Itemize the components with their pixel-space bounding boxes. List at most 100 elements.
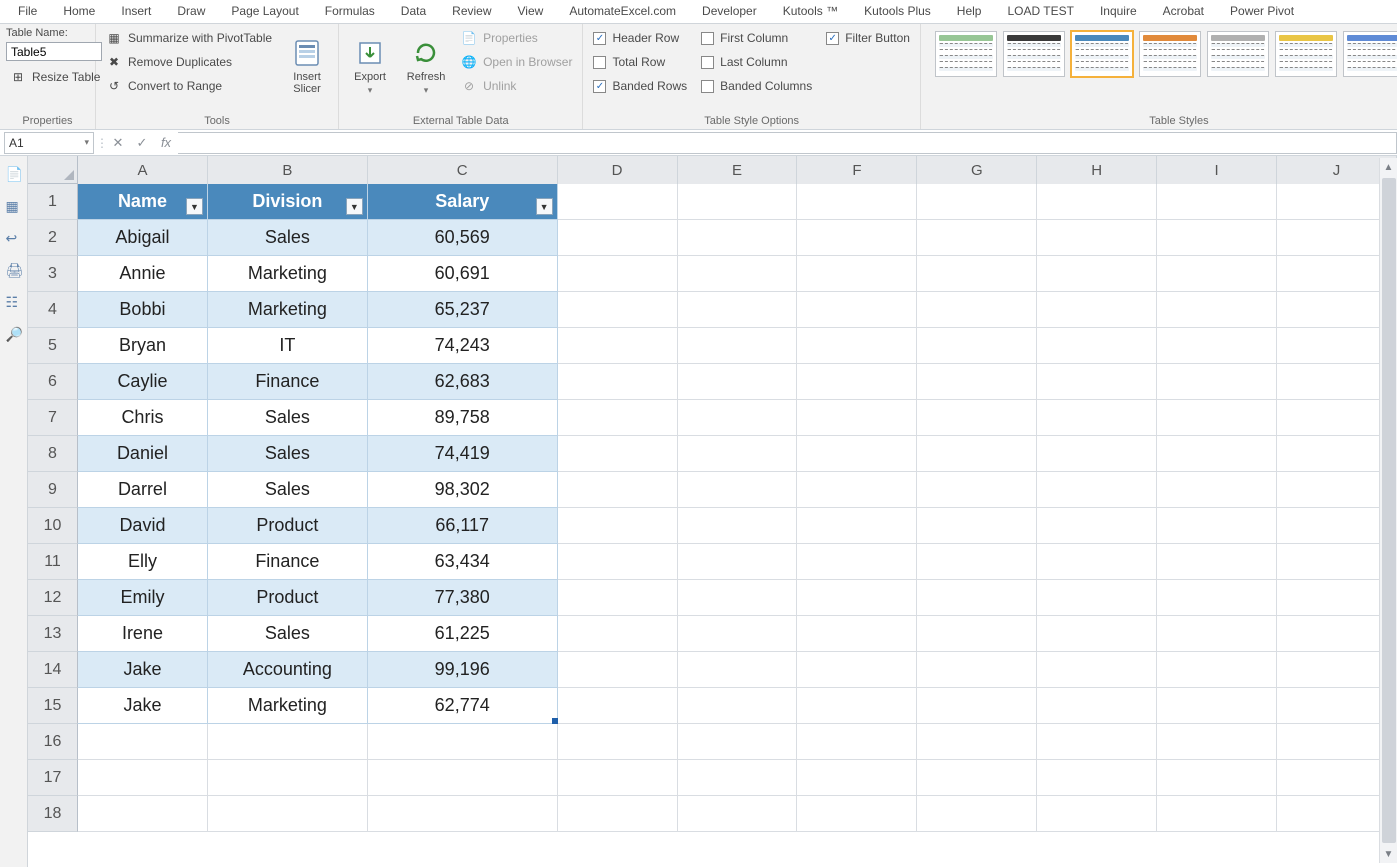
- row-header-16[interactable]: 16: [28, 724, 78, 760]
- cell-C13[interactable]: 61,225: [368, 616, 558, 652]
- cell-B3[interactable]: Marketing: [208, 256, 368, 292]
- column-header-E[interactable]: E: [678, 156, 798, 184]
- row-header-3[interactable]: 3: [28, 256, 78, 292]
- refresh-button[interactable]: Refresh ▾: [401, 27, 451, 105]
- table-style-swatch-5[interactable]: [1275, 31, 1337, 77]
- scroll-down-arrow[interactable]: ▼: [1380, 845, 1397, 863]
- row-header-17[interactable]: 17: [28, 760, 78, 796]
- cell-B6[interactable]: Finance: [208, 364, 368, 400]
- cell-G15[interactable]: [917, 688, 1037, 724]
- cell-E13[interactable]: [678, 616, 798, 652]
- cell-D2[interactable]: [558, 220, 678, 256]
- cell-E4[interactable]: [678, 292, 798, 328]
- cell-D3[interactable]: [558, 256, 678, 292]
- cell-G5[interactable]: [917, 328, 1037, 364]
- option-banded-cols[interactable]: Banded Columns: [697, 75, 816, 97]
- cell-G6[interactable]: [917, 364, 1037, 400]
- cell-C15[interactable]: 62,774: [368, 688, 558, 724]
- cell-I11[interactable]: [1157, 544, 1277, 580]
- cell-G17[interactable]: [917, 760, 1037, 796]
- tab-acrobat[interactable]: Acrobat: [1151, 1, 1216, 22]
- cell-E18[interactable]: [678, 796, 798, 832]
- cell-H12[interactable]: [1037, 580, 1157, 616]
- cell-A10[interactable]: David: [78, 508, 208, 544]
- tab-data[interactable]: Data: [389, 1, 438, 22]
- cell-B14[interactable]: Accounting: [208, 652, 368, 688]
- cell-E5[interactable]: [678, 328, 798, 364]
- cell-F10[interactable]: [797, 508, 917, 544]
- cell-G12[interactable]: [917, 580, 1037, 616]
- filter-button-name[interactable]: ▼: [186, 198, 203, 215]
- cell-I18[interactable]: [1157, 796, 1277, 832]
- cell-E6[interactable]: [678, 364, 798, 400]
- cell-E1[interactable]: [678, 184, 798, 220]
- cell-A13[interactable]: Irene: [78, 616, 208, 652]
- cell-G14[interactable]: [917, 652, 1037, 688]
- cell-D9[interactable]: [558, 472, 678, 508]
- cell-B10[interactable]: Product: [208, 508, 368, 544]
- cell-C16[interactable]: [368, 724, 558, 760]
- cell-I2[interactable]: [1157, 220, 1277, 256]
- cell-I7[interactable]: [1157, 400, 1277, 436]
- cell-B18[interactable]: [208, 796, 368, 832]
- cell-A14[interactable]: Jake: [78, 652, 208, 688]
- column-header-H[interactable]: H: [1037, 156, 1157, 184]
- cell-G7[interactable]: [917, 400, 1037, 436]
- cell-D12[interactable]: [558, 580, 678, 616]
- cell-I12[interactable]: [1157, 580, 1277, 616]
- tab-kutools-plus[interactable]: Kutools Plus: [852, 1, 943, 22]
- tab-help[interactable]: Help: [945, 1, 994, 22]
- insert-slicer-button[interactable]: Insert Slicer: [282, 27, 332, 105]
- cell-A12[interactable]: Emily: [78, 580, 208, 616]
- cell-D17[interactable]: [558, 760, 678, 796]
- cell-C1[interactable]: Salary▼: [368, 184, 558, 220]
- cell-D10[interactable]: [558, 508, 678, 544]
- row-header-15[interactable]: 15: [28, 688, 78, 724]
- cell-F3[interactable]: [797, 256, 917, 292]
- cell-F5[interactable]: [797, 328, 917, 364]
- name-box[interactable]: A1 ▾: [4, 132, 94, 154]
- cell-A5[interactable]: Bryan: [78, 328, 208, 364]
- cell-F8[interactable]: [797, 436, 917, 472]
- cell-B17[interactable]: [208, 760, 368, 796]
- enter-formula-button[interactable]: ✓: [130, 132, 154, 154]
- table-name-input[interactable]: [6, 42, 102, 61]
- row-header-8[interactable]: 8: [28, 436, 78, 472]
- tab-formulas[interactable]: Formulas: [313, 1, 387, 22]
- tab-power-pivot[interactable]: Power Pivot: [1218, 1, 1306, 22]
- table-view-icon[interactable]: ▦: [6, 198, 22, 214]
- cell-E15[interactable]: [678, 688, 798, 724]
- cell-G9[interactable]: [917, 472, 1037, 508]
- cell-A2[interactable]: Abigail: [78, 220, 208, 256]
- cell-C9[interactable]: 98,302: [368, 472, 558, 508]
- cell-F2[interactable]: [797, 220, 917, 256]
- cell-C10[interactable]: 66,117: [368, 508, 558, 544]
- cell-B2[interactable]: Sales: [208, 220, 368, 256]
- cell-C2[interactable]: 60,569: [368, 220, 558, 256]
- cell-E14[interactable]: [678, 652, 798, 688]
- cell-C18[interactable]: [368, 796, 558, 832]
- cell-F4[interactable]: [797, 292, 917, 328]
- tab-inquire[interactable]: Inquire: [1088, 1, 1149, 22]
- option-filter[interactable]: ✓Filter Button: [822, 27, 914, 49]
- cell-D5[interactable]: [558, 328, 678, 364]
- cell-A7[interactable]: Chris: [78, 400, 208, 436]
- cell-D8[interactable]: [558, 436, 678, 472]
- cell-G4[interactable]: [917, 292, 1037, 328]
- formula-input[interactable]: [178, 132, 1397, 154]
- cell-I16[interactable]: [1157, 724, 1277, 760]
- cell-A15[interactable]: Jake: [78, 688, 208, 724]
- cell-H6[interactable]: [1037, 364, 1157, 400]
- option-header[interactable]: ✓Header Row: [589, 27, 691, 49]
- cell-A17[interactable]: [78, 760, 208, 796]
- cell-F14[interactable]: [797, 652, 917, 688]
- cell-E7[interactable]: [678, 400, 798, 436]
- cell-C4[interactable]: 65,237: [368, 292, 558, 328]
- cell-I3[interactable]: [1157, 256, 1277, 292]
- cell-G1[interactable]: [917, 184, 1037, 220]
- tab-review[interactable]: Review: [440, 1, 503, 22]
- cell-A18[interactable]: [78, 796, 208, 832]
- cell-C7[interactable]: 89,758: [368, 400, 558, 436]
- print-icon[interactable]: 🖨: [6, 262, 22, 278]
- cell-G3[interactable]: [917, 256, 1037, 292]
